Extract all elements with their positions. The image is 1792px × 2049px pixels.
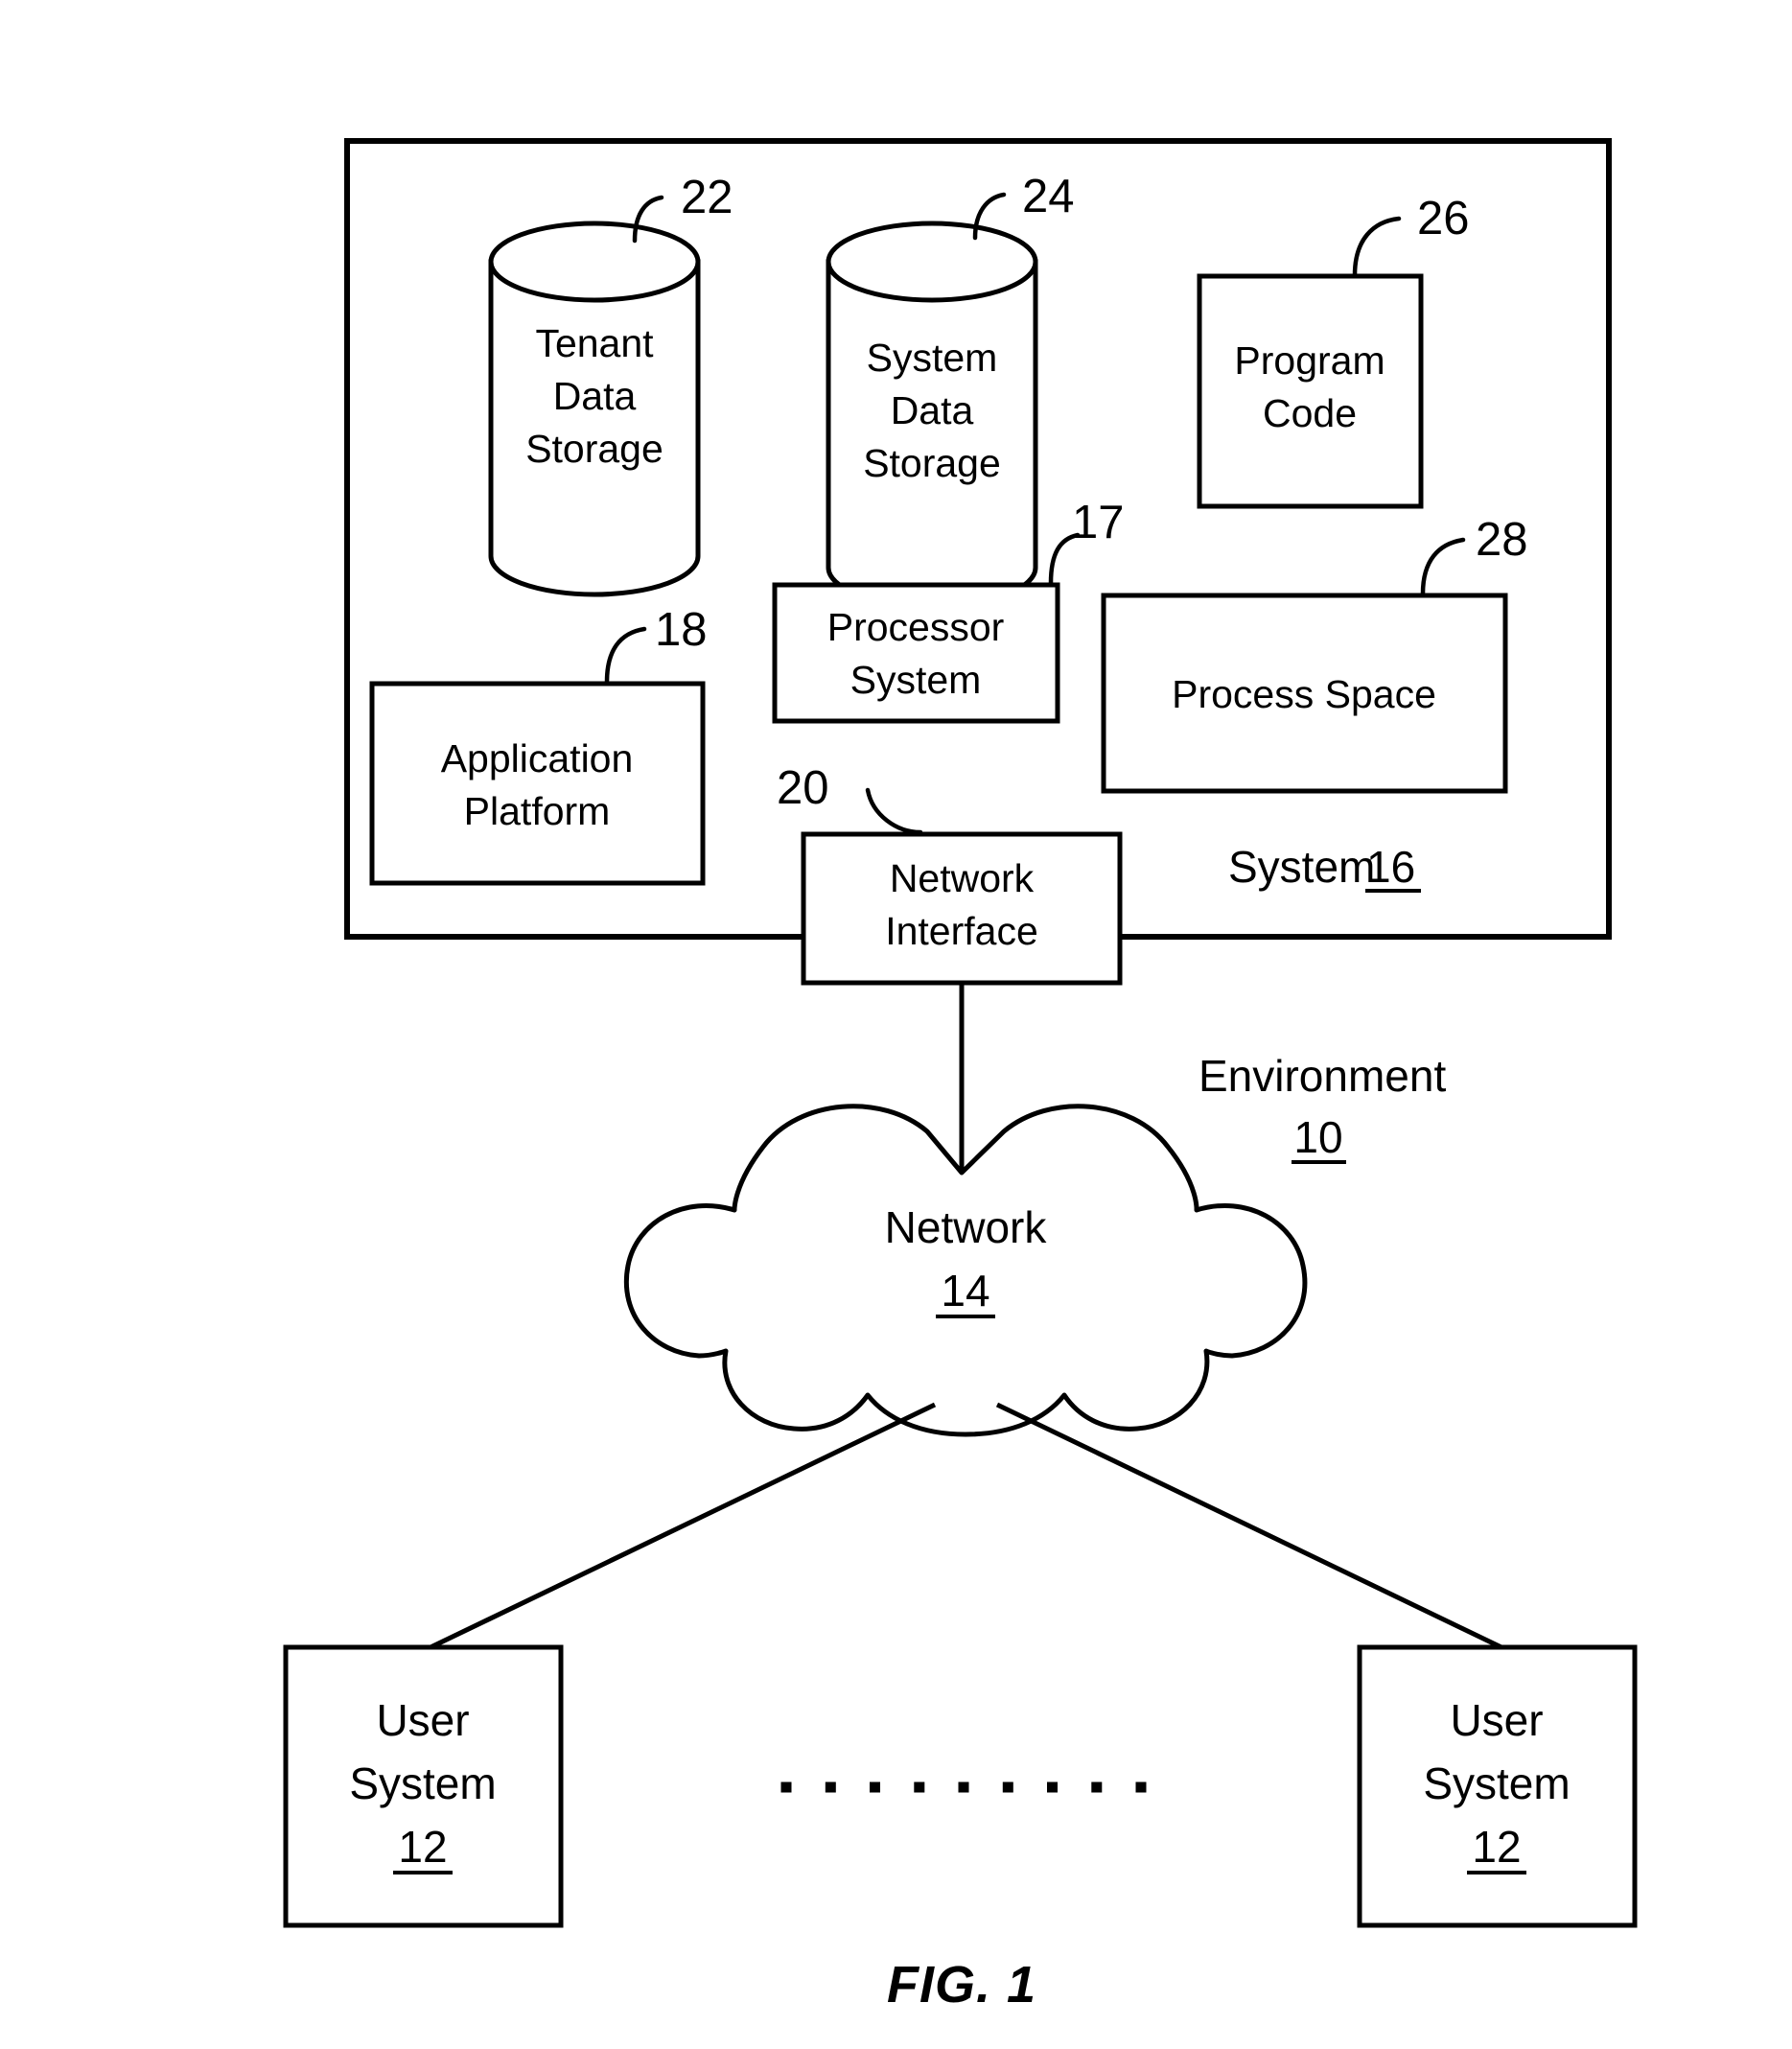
network-cloud-label: Network [885,1202,1048,1252]
tenant-data-storage-top [488,221,701,303]
system-data-storage-label-line3: Storage [863,441,1001,485]
system-data-storage-ref-number: 24 [1022,171,1075,222]
user-system-right: User System 12 [1357,1644,1638,1928]
process-space-ref-number: 28 [1476,514,1528,566]
ellipsis-dot [1135,1781,1147,1793]
network-cloud: Network 14 [624,1104,1308,1437]
process-space-box: Process Space [1101,593,1508,794]
ellipsis-dot [1047,1781,1058,1793]
ellipsis-dot [825,1781,836,1793]
network-interface-label-line2: Interface [885,909,1038,953]
patent-figure-1: Tenant Data Storage 22 System Data Stora… [0,0,1792,2049]
process-space-label: Process Space [1172,672,1436,716]
system-data-storage-label-line1: System [867,336,998,380]
user-system-left-ref: 12 [398,1822,447,1872]
ellipsis-dot [1091,1781,1103,1793]
ellipsis-dot [1002,1781,1013,1793]
processor-system-label-line2: System [850,658,982,702]
user-system-left-label-line2: System [349,1758,496,1808]
network-interface-ref-leader [865,787,923,835]
user-system-right-label-line2: System [1423,1758,1570,1808]
program-code-label-line1: Program [1234,338,1385,383]
tenant-data-storage-cylinder: Tenant Data Storage [488,221,701,597]
user-system-right-label-line1: User [1450,1695,1543,1745]
environment-label: Environment [1199,1051,1446,1101]
connector-network-to-user-right [995,1402,1507,1652]
figure-svg: Tenant Data Storage 22 System Data Stora… [283,138,1638,2014]
processor-system-box: Processor System [772,582,1060,724]
network-interface-label-line1: Network [890,856,1035,900]
network-interface-ref-number: 20 [777,762,829,814]
ellipsis-dot [780,1781,792,1793]
program-code-label-line2: Code [1263,391,1357,435]
application-platform-ref-number: 18 [655,604,708,656]
environment-label-group: Environment 10 [1199,1051,1446,1164]
tenant-data-storage-label-line1: Tenant [535,321,654,365]
system-16-ref: 16 [1366,842,1415,892]
ellipsis-dot [914,1781,925,1793]
system-data-storage-label-line2: Data [891,388,974,432]
application-platform-label-line2: Platform [464,789,611,833]
network-interface-box: Network Interface [801,831,1123,986]
user-system-right-ref: 12 [1472,1822,1521,1872]
system-data-storage-cylinder: System Data Storage [826,221,1038,609]
user-system-left: User System 12 [283,1644,564,1928]
tenant-data-storage-label-line3: Storage [525,427,663,471]
system-16-label: System [1228,842,1375,892]
system-16-label-group: System 16 [1228,842,1421,893]
figure-caption: FIG. 1 [887,1956,1036,2014]
process-space-ref-leader [1420,537,1466,596]
network-cloud-ref: 14 [941,1266,989,1316]
program-code-ref-leader [1352,216,1402,278]
application-platform-rect [369,681,706,886]
system-data-storage-body [826,259,1038,609]
processor-system-label-line1: Processor [827,605,1005,649]
application-platform-label-line1: Application [441,736,634,780]
application-platform-ref-leader [604,626,647,685]
tenant-data-storage-label-line2: Data [553,374,637,418]
ellipsis-dot [958,1781,969,1793]
tenant-data-storage-ref-number: 22 [681,172,733,223]
system-data-storage-top [826,221,1038,303]
application-platform-box: Application Platform [369,681,706,886]
processor-system-ref-number: 17 [1072,497,1125,548]
user-system-left-label-line1: User [376,1695,469,1745]
connector-network-to-user-left [425,1402,937,1652]
ellipsis-dot [870,1781,880,1793]
program-code-box: Program Code [1197,273,1424,509]
ellipsis-dots [780,1781,1147,1793]
program-code-ref-number: 26 [1417,193,1470,244]
environment-ref: 10 [1293,1112,1342,1162]
